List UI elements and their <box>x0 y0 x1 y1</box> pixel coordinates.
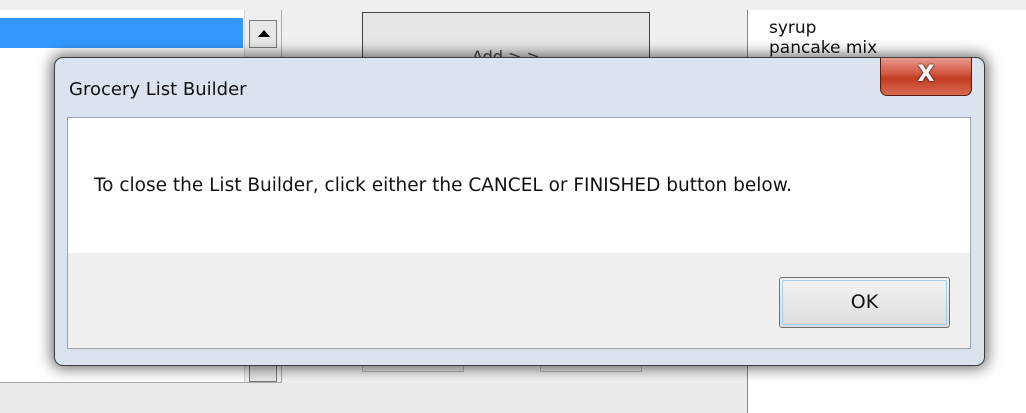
list-item[interactable]: pancake mix <box>748 38 1026 58</box>
dialog-message: To close the List Builder, click either … <box>94 175 793 196</box>
close-icon: X <box>917 62 935 87</box>
message-dialog: Grocery List Builder X To close the List… <box>54 57 985 366</box>
list-item[interactable]: syrup <box>748 18 1026 38</box>
status-strip <box>0 383 747 413</box>
close-button[interactable]: X <box>880 58 972 96</box>
arrow-up-icon <box>258 30 270 37</box>
ok-button[interactable]: OK <box>779 277 950 328</box>
message-panel: To close the List Builder, click either … <box>68 118 970 253</box>
dialog-title: Grocery List Builder <box>69 79 247 100</box>
selected-list-row[interactable] <box>0 18 243 48</box>
scroll-up-button[interactable] <box>249 20 277 48</box>
dialog-client-area: To close the List Builder, click either … <box>67 117 971 349</box>
